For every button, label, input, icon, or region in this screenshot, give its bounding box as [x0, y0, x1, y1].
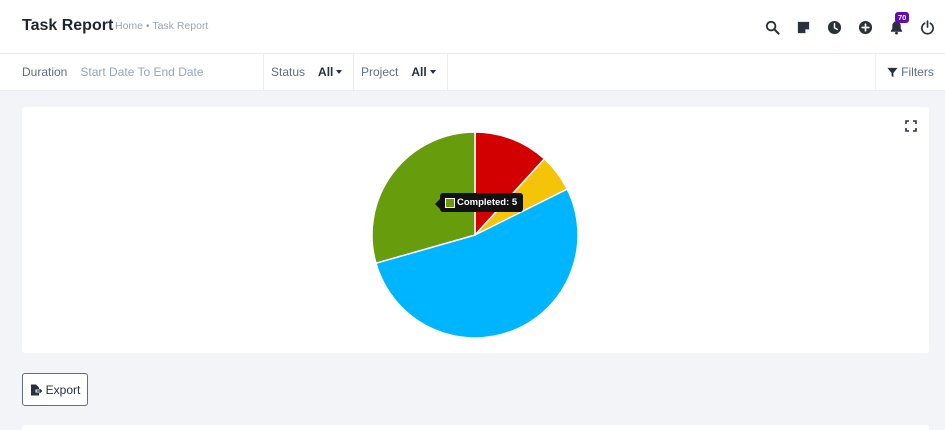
- tooltip-swatch: [445, 197, 455, 208]
- project-label: Project: [361, 65, 399, 79]
- date-range-input[interactable]: Start Date To End Date: [80, 65, 203, 79]
- chevron-down-icon: [336, 70, 343, 74]
- export-label: Export: [45, 382, 81, 397]
- breadcrumb[interactable]: Home • Task Report: [115, 20, 208, 32]
- chart-tooltip: Completed: 5: [434, 193, 524, 212]
- chart-card: Completed: 5: [22, 107, 929, 353]
- notification-badge: 70: [895, 12, 910, 23]
- power-icon[interactable]: [917, 17, 937, 37]
- expand-icon[interactable]: [905, 120, 917, 132]
- search-icon[interactable]: [762, 17, 782, 37]
- project-select[interactable]: All: [411, 65, 426, 79]
- sticky-note-icon[interactable]: [793, 17, 813, 37]
- plus-circle-icon[interactable]: [855, 17, 875, 37]
- header-actions: 70: [751, 12, 937, 37]
- status-label: Status: [271, 65, 306, 79]
- filters-button-label: Filters: [901, 65, 934, 79]
- duration-filter[interactable]: Duration Start Date To End Date: [0, 54, 264, 90]
- table-card: [22, 425, 929, 430]
- bell-icon[interactable]: 70: [886, 12, 910, 37]
- project-filter[interactable]: Project All: [354, 54, 448, 90]
- status-select[interactable]: All: [318, 65, 333, 79]
- filters-button[interactable]: Filters: [875, 54, 945, 90]
- pie-chart[interactable]: [371, 131, 579, 339]
- chevron-down-icon: [429, 70, 436, 74]
- filter-bar: Duration Start Date To End Date Status A…: [0, 54, 945, 91]
- top-bar: Task Report Home • Task Report 70: [0, 0, 945, 54]
- page-title: Task Report: [22, 17, 114, 34]
- clock-icon[interactable]: [824, 17, 844, 37]
- file-export-icon: [30, 384, 42, 395]
- export-button[interactable]: Export: [22, 373, 88, 406]
- filter-icon: [887, 67, 898, 77]
- duration-label: Duration: [22, 65, 68, 79]
- tooltip-label: Completed: 5: [457, 197, 518, 208]
- status-filter[interactable]: Status All: [264, 54, 354, 90]
